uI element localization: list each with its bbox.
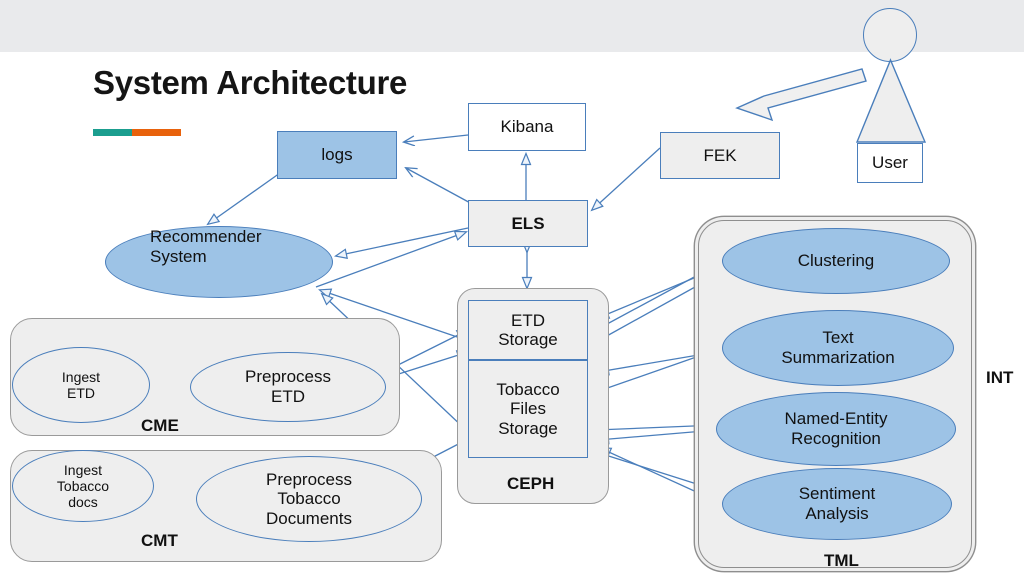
link-els-logs [406, 168, 475, 206]
accent-bar [93, 129, 181, 136]
node-clustering-label: Clustering [797, 251, 875, 271]
node-ingest-etd[interactable]: Ingest ETD [12, 347, 150, 423]
node-ingest-etd-line2: ETD [67, 385, 95, 401]
node-ingest-etd-line1: Ingest [61, 368, 101, 385]
node-preprocess-etd[interactable]: Preprocess ETD [190, 352, 386, 422]
node-preprocess-tobacco-line1: Preprocess [266, 469, 352, 489]
node-text-summarization-line1: Text [822, 328, 854, 348]
node-kibana-label: Kibana [500, 117, 554, 137]
node-logs[interactable]: logs [277, 131, 397, 179]
node-recommender-system[interactable]: Recommender System [105, 226, 333, 298]
node-sentiment-line1: Sentiment [798, 484, 876, 504]
node-preprocess-tobacco-line2: Tobacco [277, 489, 341, 509]
link-els-recommender [333, 227, 469, 259]
node-kibana[interactable]: Kibana [468, 103, 586, 151]
node-user-label: User [872, 153, 908, 173]
node-ingest-tobacco-line3: docs [68, 494, 98, 511]
link-sentiment-tobacco [598, 447, 715, 501]
node-fek-label: FEK [703, 145, 737, 165]
node-fek[interactable]: FEK [660, 132, 780, 179]
node-etd-storage-line1: ETD [511, 310, 545, 330]
node-recommender-line1: Recommender [150, 227, 262, 246]
node-recommender-line2: System [150, 246, 207, 266]
node-named-entity-recognition[interactable]: Named-Entity Recognition [716, 392, 956, 466]
page-title: System Architecture [93, 64, 408, 101]
user-actor-body-icon [855, 58, 927, 143]
node-ner-line2: Recognition [791, 429, 881, 448]
node-user[interactable]: User [857, 143, 923, 183]
node-ingest-tobacco-line1: Ingest [63, 461, 103, 478]
node-preprocess-tobacco-line3: Documents [266, 508, 352, 528]
node-tobacco-storage-line1: Tobacco [496, 380, 560, 400]
node-text-summarization[interactable]: Text Summarization [722, 310, 954, 386]
node-sentiment-analysis[interactable]: Sentiment Analysis [722, 468, 952, 540]
container-cme-label: CME [141, 416, 179, 435]
container-tml-label: TML [824, 551, 859, 570]
block-arrow-user-fek [735, 68, 867, 122]
node-ingest-tobacco-line2: Tobacco [56, 477, 110, 494]
node-preprocess-tobacco-documents[interactable]: Preprocess Tobacco Documents [196, 456, 422, 542]
node-etd-storage-line2: Storage [498, 330, 558, 349]
diagram-canvas: System Architecture logs Kibana FEK ELS … [0, 0, 1024, 576]
node-text-summarization-line2: Summarization [781, 348, 895, 367]
link-recommender-els [315, 230, 468, 288]
accent-segment-orange [131, 129, 181, 136]
node-ner-line1: Named-Entity [784, 409, 888, 429]
node-tobacco-storage-line3: Storage [498, 418, 558, 438]
accent-segment-teal [93, 129, 132, 136]
container-ceph-label: CEPH [507, 474, 555, 493]
node-ingest-tobacco-docs[interactable]: Ingest Tobacco docs [12, 450, 154, 522]
link-logs-recommender [206, 172, 281, 226]
node-preprocess-etd-line1: Preprocess [245, 367, 331, 387]
link-preprocess-etd-storage-2 [387, 329, 470, 371]
node-tobacco-storage-line2: Files [510, 399, 546, 419]
node-clustering[interactable]: Clustering [722, 228, 950, 294]
node-logs-label: logs [321, 145, 353, 165]
user-actor-head-icon [863, 8, 917, 62]
container-int-label: INT [986, 368, 1014, 387]
link-kibana-logs [404, 134, 469, 142]
node-tobacco-files-storage[interactable]: Tobacco Files Storage [468, 360, 588, 458]
node-etd-storage[interactable]: ETD Storage [468, 300, 588, 360]
node-preprocess-etd-line2: ETD [271, 387, 305, 406]
link-fek-els [590, 147, 661, 212]
node-sentiment-line2: Analysis [805, 504, 869, 523]
node-els-label: ELS [511, 213, 545, 233]
node-els[interactable]: ELS [468, 200, 588, 247]
container-cmt-label: CMT [141, 531, 178, 550]
